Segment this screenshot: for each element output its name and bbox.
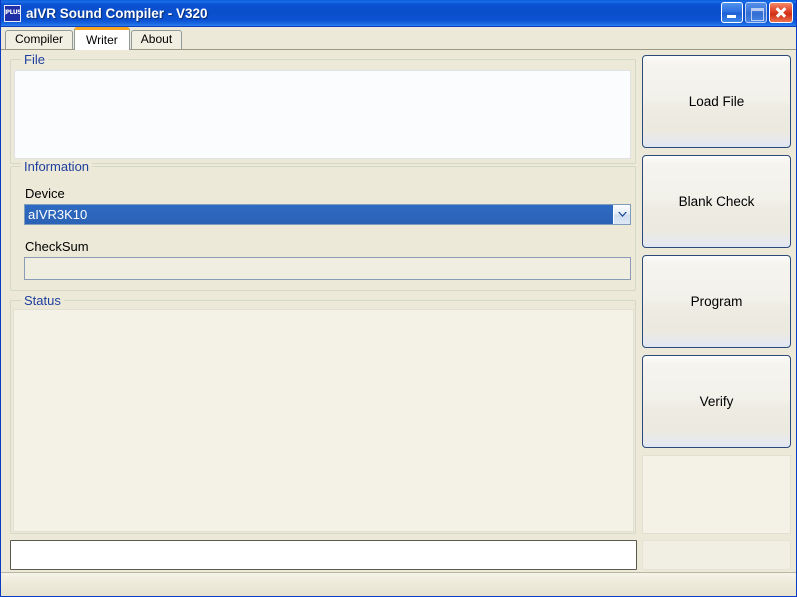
file-group: File <box>10 52 636 164</box>
title-bar: JPLUS aIVR Sound Compiler - V320 <box>1 0 796 27</box>
chevron-down-icon[interactable] <box>613 205 630 224</box>
window-controls <box>721 2 793 23</box>
maximize-button[interactable] <box>745 2 767 23</box>
minimize-button[interactable] <box>721 2 743 23</box>
device-selected-value: aIVR3K10 <box>25 205 613 224</box>
client-area: File Information Device aIVR3K10 CheckSu… <box>1 50 796 595</box>
device-select[interactable]: aIVR3K10 <box>24 204 631 225</box>
tab-writer[interactable]: Writer <box>74 27 130 50</box>
right-side-panel <box>642 455 791 534</box>
verify-button[interactable]: Verify <box>642 355 791 448</box>
file-group-label: File <box>21 52 48 67</box>
checksum-field <box>24 257 631 280</box>
status-group: Status <box>10 293 636 534</box>
load-file-button[interactable]: Load File <box>642 55 791 148</box>
status-group-label: Status <box>21 293 64 308</box>
device-label: Device <box>25 186 65 201</box>
information-group: Information Device aIVR3K10 CheckSum <box>10 159 636 291</box>
information-group-label: Information <box>21 159 93 174</box>
blank-check-button[interactable]: Blank Check <box>642 155 791 248</box>
checksum-label: CheckSum <box>25 239 89 254</box>
window-title: aIVR Sound Compiler - V320 <box>26 5 208 21</box>
file-list-panel[interactable] <box>14 70 631 159</box>
progress-bar <box>10 540 637 570</box>
tab-about[interactable]: About <box>130 30 183 49</box>
application-window: JPLUS aIVR Sound Compiler - V320 Compile… <box>0 0 797 597</box>
status-log[interactable] <box>13 309 634 532</box>
bottom-right-panel <box>642 540 791 570</box>
close-button[interactable] <box>769 2 793 23</box>
app-icon-label: JPLUS <box>4 9 21 16</box>
app-icon: JPLUS <box>4 4 21 22</box>
status-bar <box>1 572 796 596</box>
tab-compiler[interactable]: Compiler <box>5 30 74 49</box>
tab-strip: Compiler Writer About <box>1 27 796 50</box>
program-button[interactable]: Program <box>642 255 791 348</box>
